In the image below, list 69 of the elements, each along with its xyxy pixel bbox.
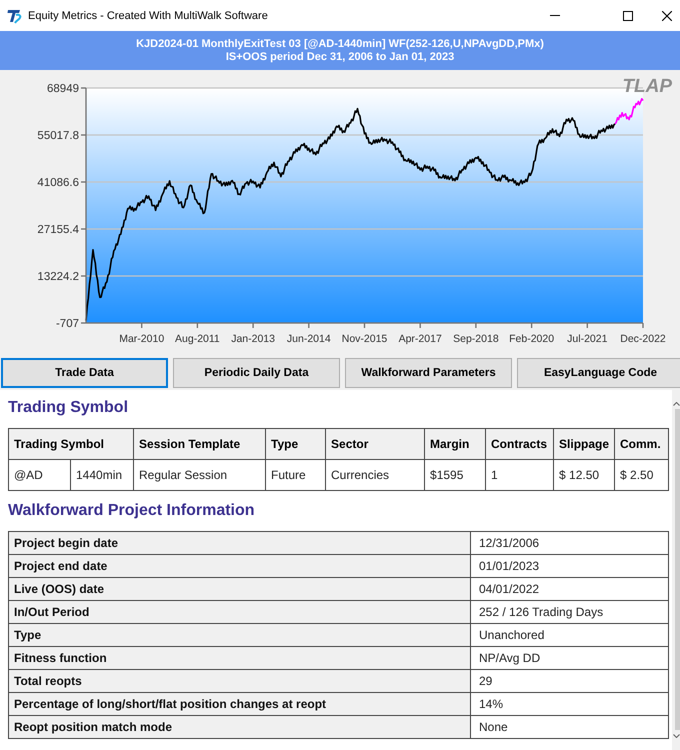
- row-label: Fitness function: [8, 646, 470, 670]
- axis-tick-label: -707: [56, 318, 79, 330]
- column-header: Slippage: [554, 428, 615, 460]
- axis-tick-label: Aug-2011: [175, 333, 220, 345]
- row-value: Unanchored: [470, 624, 668, 646]
- axis-tick-label: Sep-2018: [453, 333, 499, 345]
- tab[interactable]: EasyLanguage Code: [517, 358, 680, 388]
- row-value: 01/01/2023: [470, 554, 668, 578]
- table-cell: $ 12.50: [554, 460, 615, 490]
- row-label: Reopt position match mode: [8, 716, 470, 738]
- row-value: 252 / 126 Trading Days: [470, 600, 668, 624]
- column-header: Contracts: [486, 428, 554, 460]
- axis-tick-label: 55017.8: [37, 130, 79, 142]
- row-label: Live (OOS) date: [8, 578, 470, 600]
- column-header: Comm.: [614, 428, 669, 460]
- scroll-down-icon[interactable]: [672, 734, 680, 738]
- close-icon: [662, 10, 672, 20]
- row-label: Total reopts: [8, 670, 470, 692]
- report-period: IS+OOS period Dec 31, 2006 to Jan 01, 2023: [226, 50, 454, 64]
- table-cell: $1595: [424, 460, 486, 490]
- row-label: In/Out Period: [8, 600, 470, 624]
- axis-tick-label: Nov-2015: [342, 333, 388, 345]
- column-header: Sector: [326, 428, 425, 460]
- scroll-up-icon[interactable]: [672, 402, 680, 406]
- column-header: Trading Symbol: [8, 428, 134, 460]
- section-heading: Trading Symbol: [8, 398, 128, 418]
- row-value: 04/01/2022: [470, 578, 668, 600]
- section-heading: Walkforward Project Information: [8, 501, 255, 521]
- axis-tick-label: Mar-2010: [119, 333, 164, 345]
- axis-tick-label: 27155.4: [37, 224, 79, 236]
- table-cell: 1440min: [70, 460, 134, 490]
- table-cell: @AD: [8, 460, 70, 490]
- row-label: Project end date: [8, 554, 470, 578]
- minimize-icon: [550, 15, 560, 16]
- row-value: 14%: [470, 692, 668, 716]
- scrollbar-thumb[interactable]: [674, 409, 680, 730]
- axis-tick-label: Dec-2022: [620, 333, 666, 345]
- axis-tick-label: Apr-2017: [398, 333, 442, 345]
- tab[interactable]: Periodic Daily Data: [173, 358, 340, 388]
- table-cell: Currencies: [326, 460, 425, 490]
- tab[interactable]: Trade Data: [1, 358, 168, 388]
- maximize-icon: [623, 10, 633, 20]
- row-label: Type: [8, 624, 470, 646]
- column-header: Type: [266, 428, 326, 460]
- window-title: Equity Metrics - Created With MultiWalk Software: [28, 10, 268, 22]
- column-header: Margin: [424, 428, 486, 460]
- axis-tick-label: 41086.6: [37, 177, 79, 189]
- table-cell: Regular Session: [134, 460, 266, 490]
- tab[interactable]: Walkforward Parameters: [345, 358, 512, 388]
- row-label: Project begin date: [8, 532, 470, 554]
- table-cell: 1: [486, 460, 554, 490]
- row-value: None: [470, 716, 668, 738]
- axis-tick-label: Jun-2014: [286, 333, 331, 345]
- row-label: Percentage of long/short/flat position changes at reopt: [8, 692, 470, 716]
- column-header: Session Template: [134, 428, 266, 460]
- table-cell: Future: [266, 460, 326, 490]
- report-title: KJD2024-01 MonthlyExitTest 03 [@AD-1440min] WF(252-126,U,NPAvgDD,PMx): [136, 38, 544, 50]
- axis-tick-label: 13224.2: [37, 271, 79, 283]
- chart-corner-label: TLAP: [622, 76, 672, 97]
- row-value: 12/31/2006: [470, 532, 668, 554]
- row-value: NP/Avg DD: [470, 646, 668, 670]
- axis-tick-label: 68949: [47, 83, 79, 95]
- scrollbar[interactable]: [672, 390, 680, 750]
- axis-tick-label: Feb-2020: [509, 333, 554, 345]
- app-logo-icon: [7, 8, 23, 24]
- table-cell: $ 2.50: [614, 460, 669, 490]
- row-value: 29: [470, 670, 668, 692]
- axis-tick-label: Jan-2013: [231, 333, 275, 345]
- axis-tick-label: Jul-2021: [567, 333, 608, 345]
